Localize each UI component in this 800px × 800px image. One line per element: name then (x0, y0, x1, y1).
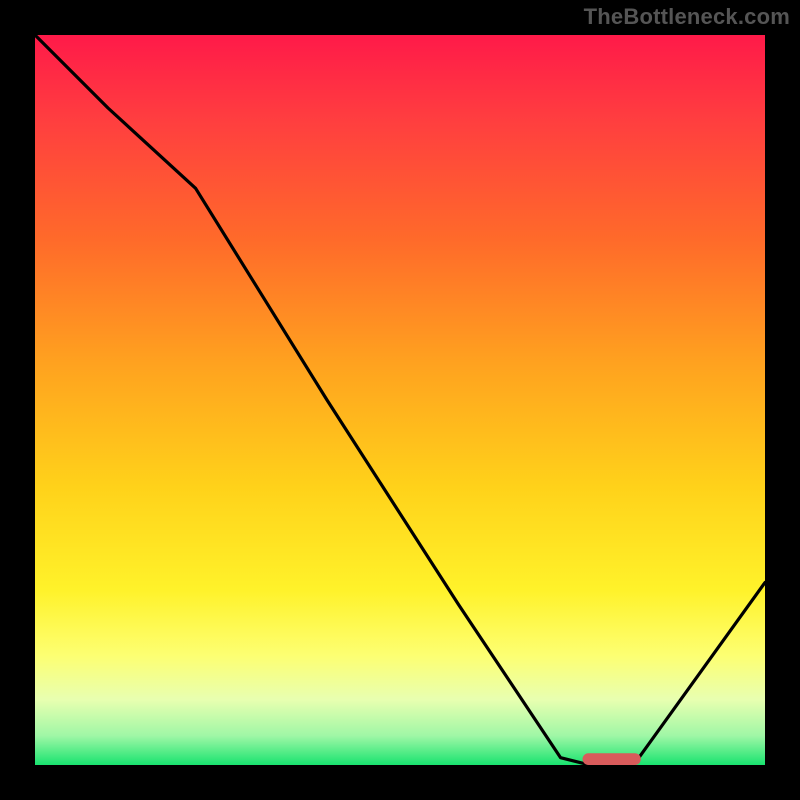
chart-overlay (35, 35, 765, 765)
optimal-range-marker (583, 753, 641, 765)
plot-area (35, 35, 765, 765)
bottleneck-curve-line (35, 35, 765, 765)
chart-frame: TheBottleneck.com (0, 0, 800, 800)
watermark-text: TheBottleneck.com (584, 4, 790, 30)
